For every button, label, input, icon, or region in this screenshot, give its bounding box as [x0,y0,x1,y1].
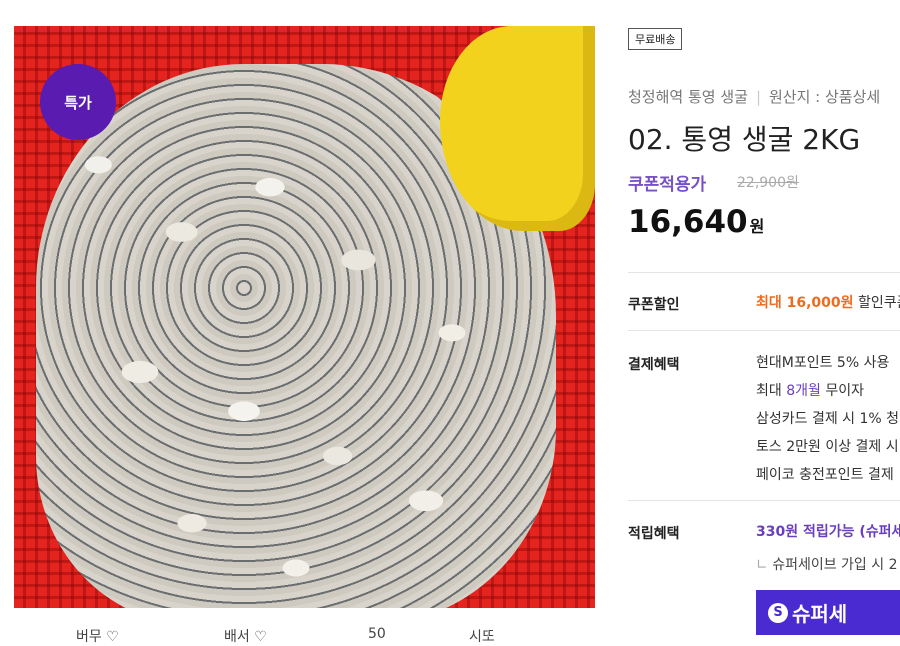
payment-line: 현대M포인트 5% 사용 [756,355,890,371]
coupon-price-label: 쿠폰적용가 [628,175,707,195]
bottom-item[interactable]: 배서 ♡ [224,626,267,646]
divider [628,500,900,501]
divider [628,272,900,273]
coupon-discount-label: 쿠폰할인 [628,297,680,313]
original-price: 22,900원 [737,175,799,191]
payment-line: 페이코 충전포인트 결제 [756,467,894,483]
super-save-button[interactable]: S 슈퍼세 [756,590,900,635]
payment-line-installment: 최대 8개월 무이자 [756,383,864,399]
coupon-discount-value[interactable]: 최대 16,000원 할인쿠폰 [756,292,900,312]
subtitle-left: 청정해역 통영 생굴 [628,88,748,106]
bottom-item[interactable]: 시또 [469,626,495,646]
free-shipping-tag: 무료배송 [628,28,683,50]
payment-line: 토스 2만원 이상 결제 시 [756,439,899,455]
divider [628,330,900,331]
product-subtitle: 청정해역 통영 생굴 | 원산지 : 상품상세 [628,88,881,106]
special-price-badge: 특가 [40,64,116,140]
image-bottom-actions: 버무 ♡ 배서 ♡ 50 시또 [14,612,595,645]
product-image[interactable]: 특가 [14,26,595,608]
reward-benefit-label: 적립혜택 [628,526,680,542]
bottom-item[interactable]: 버무 ♡ [76,626,119,646]
super-save-icon: S [768,602,788,623]
reward-value[interactable]: 330원 적립가능 (슈퍼세 [756,521,900,541]
current-price: 16,640 원 [628,204,765,240]
product-title: 02. 통영 생굴 2KG [628,123,861,156]
origin-text: 원산지 : 상품상세 [769,88,881,106]
reward-note: ∟ 슈퍼세이브 가입 시 2 [756,557,898,573]
bottom-item[interactable]: 50 [368,626,386,642]
payment-benefit-label: 결제혜택 [628,357,680,373]
payment-line: 삼성카드 결제 시 1% 청 [756,411,900,427]
